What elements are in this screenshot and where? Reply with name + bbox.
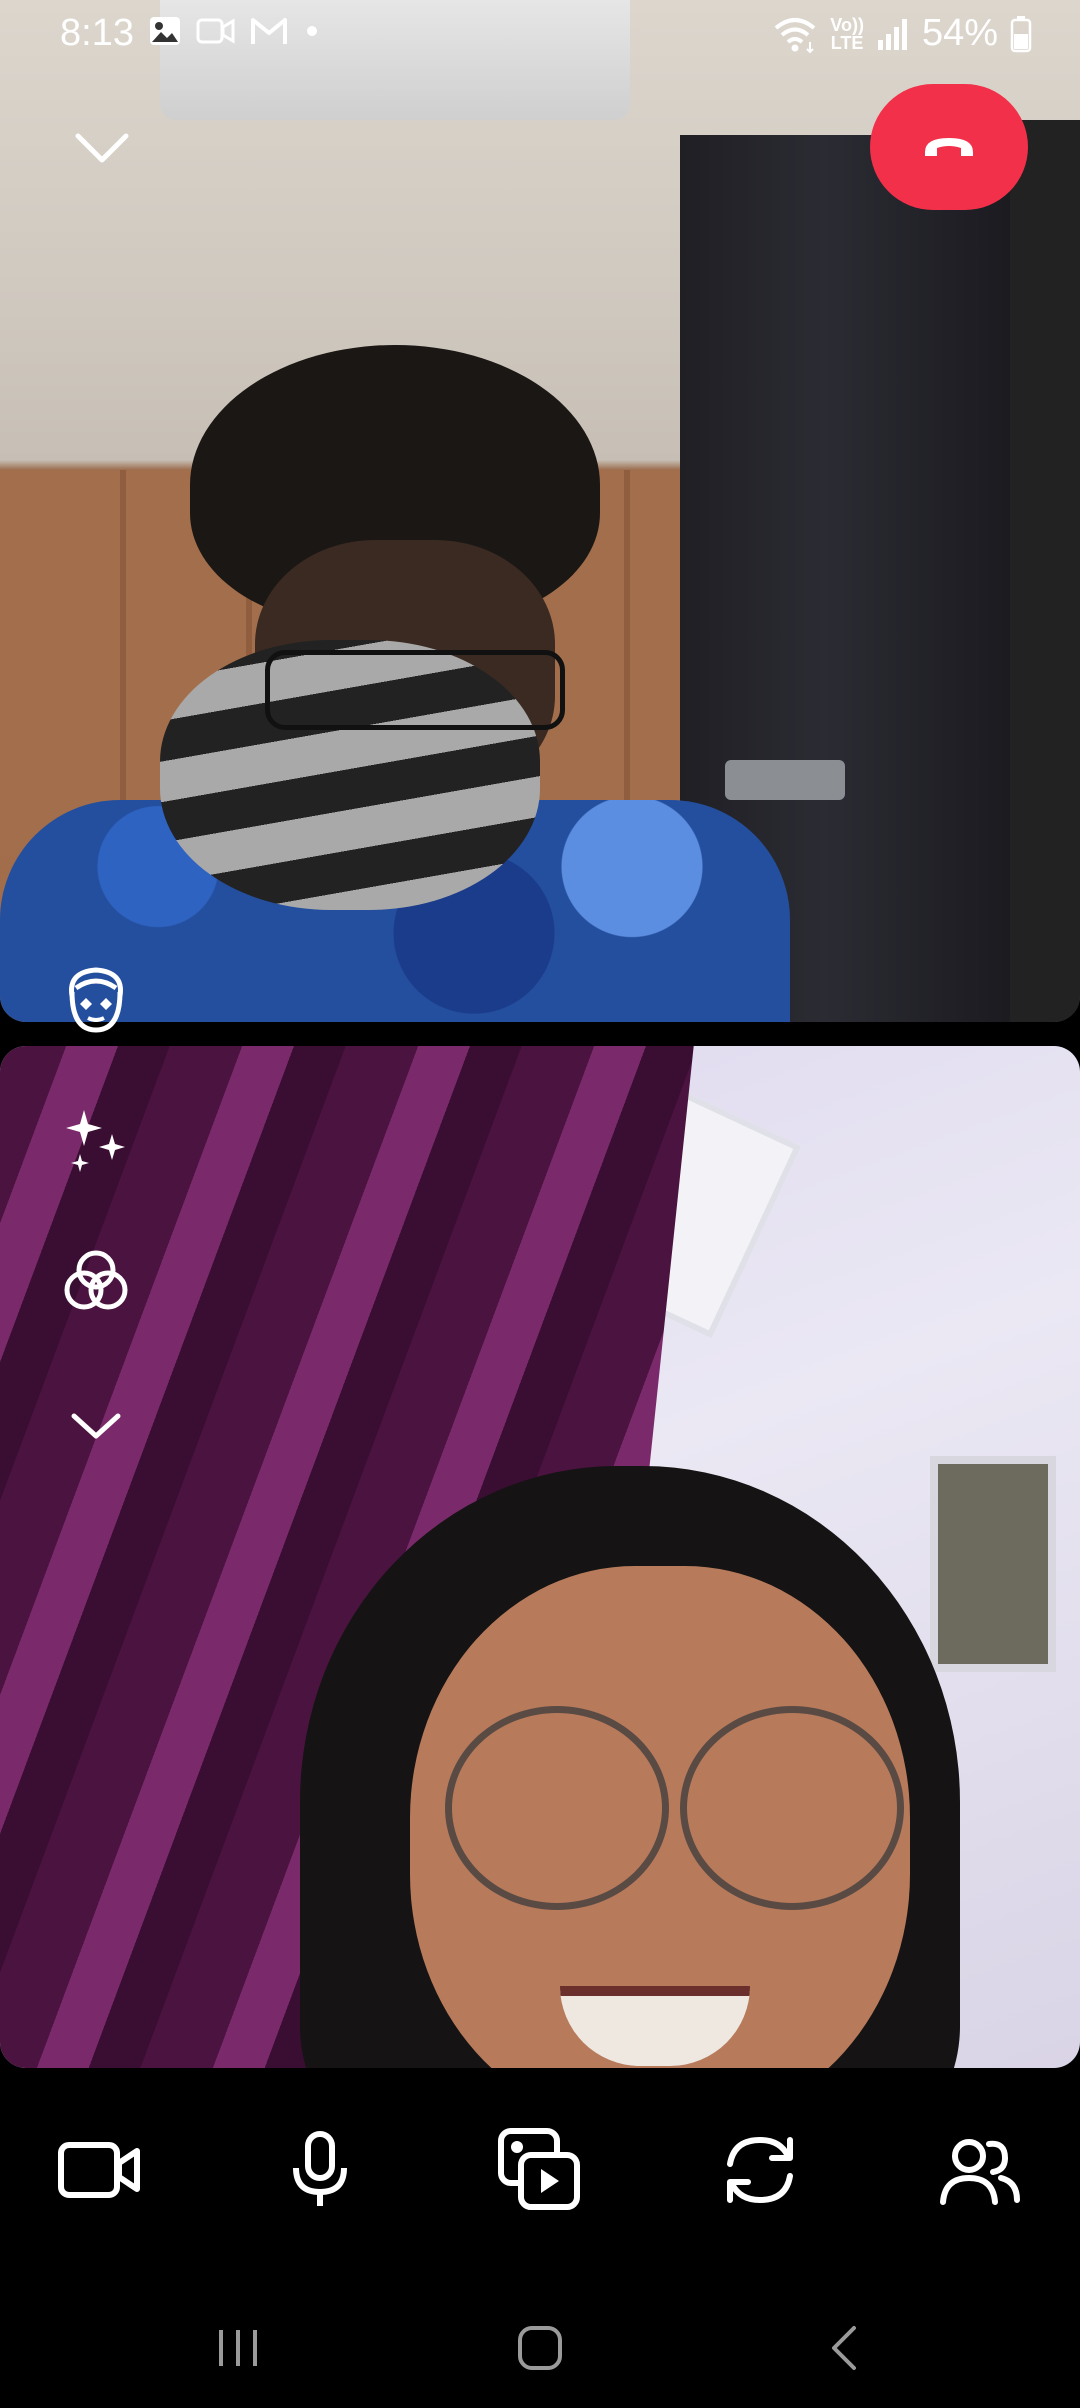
face-filter-button[interactable] bbox=[56, 960, 136, 1040]
home-icon bbox=[518, 2326, 562, 2370]
dot-icon bbox=[302, 14, 322, 48]
battery-icon bbox=[1010, 15, 1032, 53]
participants-button[interactable] bbox=[930, 2120, 1030, 2220]
collapse-controls-button[interactable] bbox=[56, 1386, 136, 1466]
end-call-icon bbox=[925, 138, 973, 156]
system-navigation-bar bbox=[0, 2278, 1080, 2408]
effects-sparkle-icon bbox=[66, 1110, 125, 1172]
wifi-icon bbox=[772, 14, 818, 54]
status-time: 8:13 bbox=[60, 12, 134, 54]
signal-icon bbox=[876, 16, 910, 52]
media-share-icon bbox=[498, 2128, 580, 2210]
toggle-video-button[interactable] bbox=[50, 2120, 150, 2220]
microphone-icon bbox=[293, 2131, 347, 2206]
back-button[interactable] bbox=[804, 2318, 884, 2378]
share-media-button[interactable] bbox=[490, 2120, 590, 2220]
gallery-icon bbox=[148, 14, 182, 48]
flip-camera-button[interactable] bbox=[710, 2120, 810, 2220]
toggle-microphone-button[interactable] bbox=[270, 2120, 370, 2220]
call-toolbar bbox=[0, 2068, 1080, 2278]
video-icon bbox=[196, 14, 236, 48]
back-icon bbox=[832, 2326, 856, 2370]
end-call-button[interactable] bbox=[870, 84, 1028, 210]
chevron-down-icon bbox=[75, 133, 129, 163]
video-camera-icon bbox=[58, 2142, 140, 2198]
video-call-screen: 8:13 Vo)) LTE 54% bbox=[0, 0, 1080, 2408]
flip-camera-icon bbox=[727, 2136, 793, 2204]
color-filter-icon bbox=[64, 1250, 128, 1310]
status-bar: 8:13 Vo)) LTE 54% bbox=[0, 0, 1080, 70]
minimize-call-button[interactable] bbox=[72, 128, 132, 168]
gmail-icon bbox=[250, 14, 288, 48]
recents-button[interactable] bbox=[198, 2318, 278, 2378]
collapse-chevron-icon bbox=[71, 1413, 121, 1439]
self-video-preview[interactable] bbox=[0, 1046, 1080, 2068]
battery-percentage: 54% bbox=[921, 12, 998, 54]
effects-button[interactable] bbox=[56, 1102, 136, 1182]
color-filter-button[interactable] bbox=[56, 1242, 136, 1322]
recents-icon bbox=[219, 2330, 257, 2366]
face-filter-icon bbox=[69, 967, 123, 1033]
home-button[interactable] bbox=[500, 2318, 580, 2378]
volte-icon: Vo)) LTE bbox=[830, 14, 864, 53]
participants-icon bbox=[940, 2139, 1020, 2205]
